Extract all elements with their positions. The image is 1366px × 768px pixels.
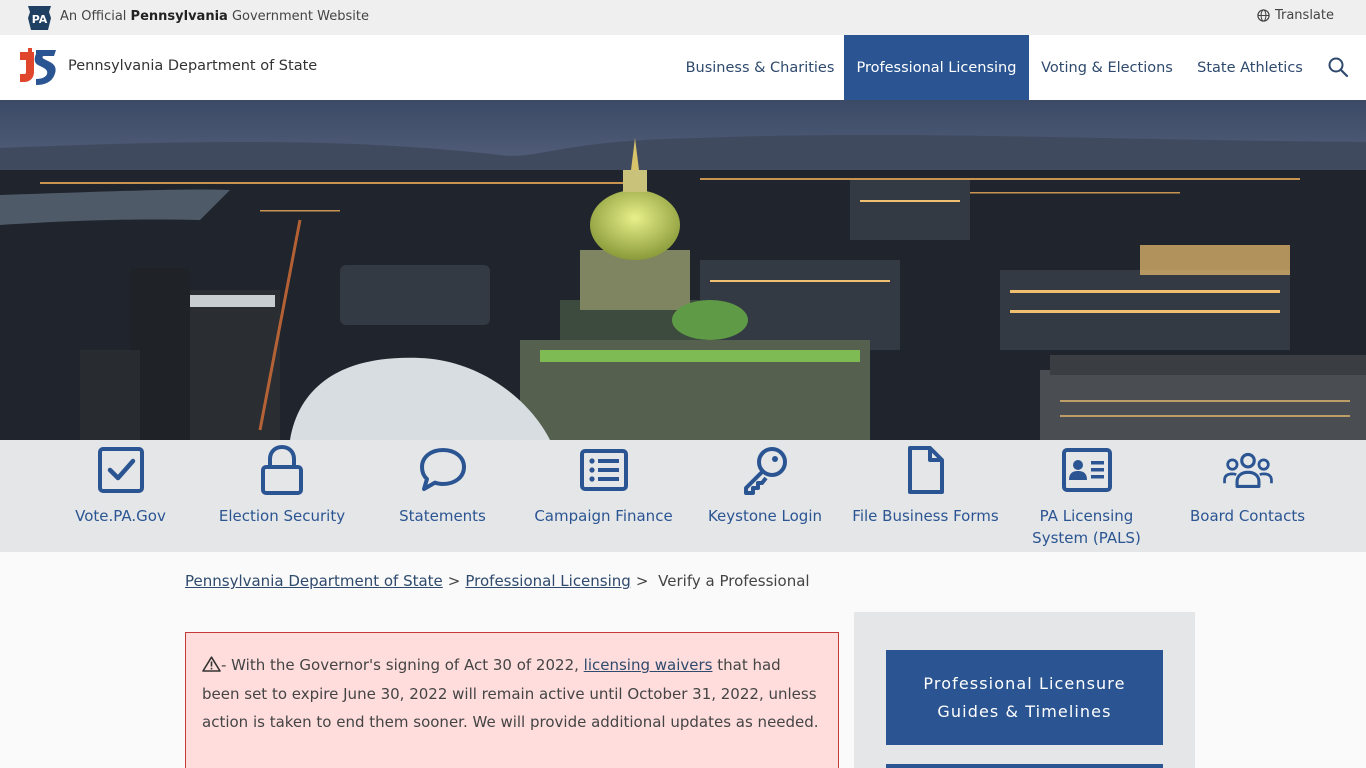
quick-link-label: Keystone Login bbox=[707, 507, 823, 525]
svg-text:PA: PA bbox=[32, 13, 48, 26]
lock-icon bbox=[261, 445, 303, 495]
breadcrumb: Pennsylvania Department of State > Profess… bbox=[185, 572, 810, 590]
quick-link-file-business-forms[interactable]: File Business Forms bbox=[843, 440, 1008, 552]
department-of-state-logo-icon[interactable] bbox=[20, 48, 58, 86]
quick-link-keystone-login[interactable]: Keystone Login bbox=[699, 440, 831, 552]
quick-link-label: File Business Forms bbox=[852, 507, 999, 525]
quick-link-campaign-finance[interactable]: Campaign Finance bbox=[524, 440, 683, 552]
licensing-waivers-link[interactable]: licensing waivers bbox=[584, 656, 713, 674]
quick-link-label: Campaign Finance bbox=[534, 507, 673, 525]
quick-link-label: PA Licensing System (PALS) bbox=[1032, 507, 1141, 547]
checkbox-icon bbox=[97, 447, 144, 493]
list-icon bbox=[579, 449, 628, 491]
quick-links-bar: Vote.PA.Gov Election Security Statements… bbox=[0, 440, 1366, 552]
nav-state-athletics[interactable]: State Athletics bbox=[1185, 35, 1315, 100]
key-icon bbox=[744, 447, 787, 495]
site-title[interactable]: Pennsylvania Department of State bbox=[68, 58, 317, 74]
official-website-text: An Official Pennsylvania Government Webs… bbox=[60, 9, 369, 24]
hero-capitol-image bbox=[0, 100, 1366, 440]
quick-link-label: Statements bbox=[399, 507, 486, 525]
alert-text-before: - With the Governor's signing of Act 30 … bbox=[221, 656, 584, 674]
translate-label: Translate bbox=[1274, 8, 1334, 23]
nav-voting-elections[interactable]: Voting & Elections bbox=[1029, 35, 1185, 100]
sidebar-next-button[interactable] bbox=[886, 764, 1163, 768]
breadcrumb-link-professional-licensing[interactable]: Professional Licensing bbox=[465, 572, 630, 590]
sidebar: Professional Licensure Guides & Timeline… bbox=[854, 612, 1195, 768]
file-icon bbox=[907, 446, 944, 494]
licensing-waiver-alert: - With the Governor's signing of Act 30 … bbox=[185, 632, 839, 768]
users-icon bbox=[1222, 452, 1273, 488]
translate-button[interactable]: Translate bbox=[1257, 8, 1334, 23]
globe-icon bbox=[1257, 9, 1270, 22]
quick-link-label: Board Contacts bbox=[1189, 507, 1306, 525]
quick-link-label: Election Security bbox=[218, 507, 346, 525]
warning-icon bbox=[202, 656, 221, 672]
quick-link-vote-pa-gov[interactable]: Vote.PA.Gov bbox=[60, 440, 181, 552]
breadcrumb-separator: > bbox=[447, 572, 461, 590]
breadcrumb-separator: > bbox=[635, 572, 649, 590]
official-government-bar: PA An Official Pennsylvania Government W… bbox=[0, 0, 1366, 35]
quick-link-statements[interactable]: Statements bbox=[382, 440, 503, 552]
breadcrumb-current: Verify a Professional bbox=[658, 572, 810, 590]
quick-link-board-contacts[interactable]: Board Contacts bbox=[1180, 440, 1315, 552]
quick-link-pals[interactable]: PA Licensing System (PALS) bbox=[1021, 440, 1152, 552]
licensure-guides-button[interactable]: Professional Licensure Guides & Timeline… bbox=[886, 650, 1163, 745]
speech-bubble-icon bbox=[419, 448, 466, 491]
quick-link-election-security[interactable]: Election Security bbox=[205, 440, 359, 552]
id-card-icon bbox=[1061, 448, 1112, 492]
nav-professional-licensing[interactable]: Professional Licensing bbox=[844, 35, 1029, 100]
search-icon[interactable] bbox=[1326, 55, 1350, 79]
breadcrumb-link-department-of-state[interactable]: Pennsylvania Department of State bbox=[185, 572, 443, 590]
nav-business-charities[interactable]: Business & Charities bbox=[676, 35, 844, 100]
site-header: Pennsylvania Department of State Busines… bbox=[0, 35, 1366, 100]
quick-link-label: Vote.PA.Gov bbox=[75, 507, 166, 525]
pa-keystone-icon: PA bbox=[28, 6, 51, 30]
